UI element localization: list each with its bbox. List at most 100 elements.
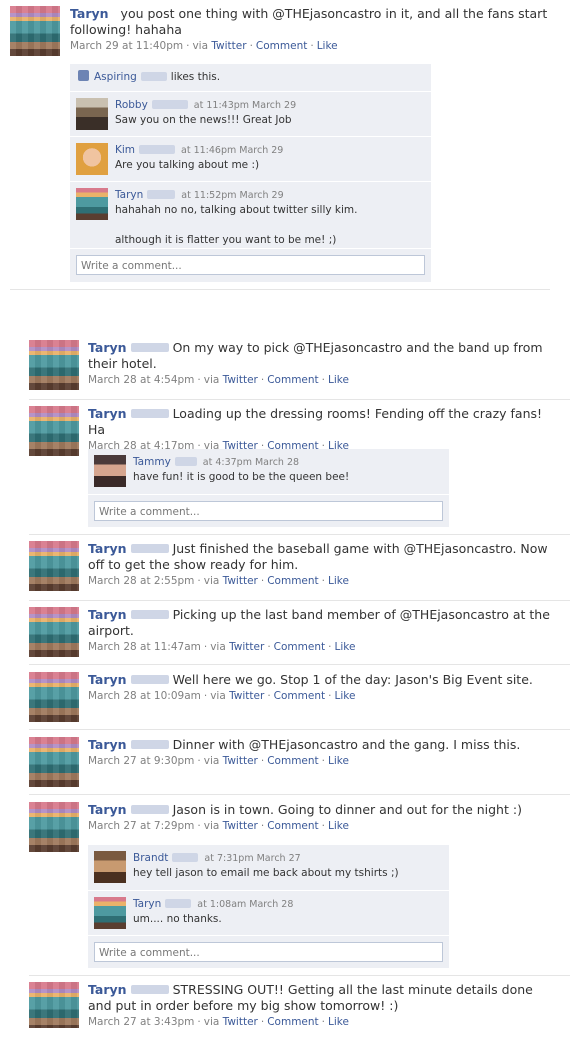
author-name[interactable]: Taryn: [88, 340, 127, 355]
comments-box: Brandt at 7:31pm March 27 hey tell jason …: [88, 845, 449, 968]
commenter-name[interactable]: Taryn: [115, 189, 143, 201]
write-comment-input[interactable]: Write a comment...: [94, 501, 443, 521]
divider: [29, 534, 570, 535]
avatar[interactable]: [76, 188, 108, 220]
divider: [29, 729, 570, 730]
comment-text: hey tell jason to email me back about my…: [133, 867, 399, 879]
avatar[interactable]: [29, 607, 79, 657]
comment-link[interactable]: Comment: [267, 374, 318, 386]
comment-item: Brandt at 7:31pm March 27 hey tell jason …: [88, 845, 449, 889]
write-comment-input[interactable]: Write a comment...: [76, 255, 425, 275]
divider: [29, 399, 570, 400]
write-comment-row: Write a comment...: [88, 935, 449, 969]
like-link[interactable]: Like: [328, 820, 349, 832]
like-link[interactable]: Like: [334, 641, 355, 653]
avatar[interactable]: [76, 143, 108, 175]
comment-text: hahahah no no, talking about twitter sil…: [115, 204, 358, 216]
liker-name[interactable]: Aspiring: [94, 71, 137, 83]
avatar[interactable]: [29, 340, 79, 390]
comment-time: at 4:37pm March 28: [202, 457, 300, 468]
comment-link[interactable]: Comment: [274, 690, 325, 702]
source-link[interactable]: Twitter: [223, 820, 258, 832]
source-link[interactable]: Twitter: [211, 40, 246, 52]
avatar[interactable]: [29, 541, 79, 591]
source-link[interactable]: Twitter: [229, 641, 264, 653]
story-message: Jason is in town. Going to dinner and ou…: [172, 802, 522, 817]
timestamp[interactable]: March 27 at 7:29pm: [88, 820, 194, 832]
source-link[interactable]: Twitter: [223, 755, 258, 767]
comment-text: have fun! it is good to be the queen bee…: [133, 471, 350, 483]
comment-time: at 11:52pm March 29: [181, 190, 284, 201]
source-link[interactable]: Twitter: [223, 1016, 258, 1028]
thumbs-up-icon: [78, 70, 89, 81]
avatar[interactable]: [29, 982, 79, 1028]
author-name[interactable]: Taryn: [88, 541, 127, 556]
story-meta: March 29 at 11:40pm · via Twitter · Comment ·…: [70, 40, 338, 52]
like-link[interactable]: Like: [328, 755, 349, 767]
author-name[interactable]: Taryn: [88, 737, 127, 752]
comment-link[interactable]: Comment: [267, 755, 318, 767]
avatar[interactable]: [94, 897, 126, 929]
avatar[interactable]: [29, 406, 79, 456]
comment-text-continued: although it is flatter you want to be me…: [115, 234, 337, 246]
commenter-name[interactable]: Brandt: [133, 852, 168, 864]
like-link[interactable]: Like: [328, 1016, 349, 1028]
author-name[interactable]: Taryn: [88, 982, 127, 997]
write-comment-row: Write a comment...: [70, 248, 431, 283]
comment-time: at 11:43pm March 29: [193, 100, 297, 111]
timestamp[interactable]: March 27 at 9:30pm: [88, 755, 194, 767]
divider: [29, 600, 570, 601]
story-message: Dinner with @THEjasoncastro and the gang…: [172, 737, 521, 752]
commenter-name[interactable]: Taryn: [133, 898, 161, 910]
avatar[interactable]: [29, 737, 79, 787]
comment-link[interactable]: Comment: [267, 575, 318, 587]
write-comment-row: Write a comment...: [88, 494, 449, 528]
timestamp[interactable]: March 27 at 3:43pm: [88, 1016, 194, 1028]
timestamp[interactable]: March 28 at 4:54pm: [88, 374, 194, 386]
comment-time: at 1:08am March 28: [197, 899, 294, 910]
like-link[interactable]: Like: [328, 374, 349, 386]
avatar[interactable]: [94, 851, 126, 883]
comment-text: Are you talking about me :): [115, 159, 260, 171]
comment-link[interactable]: Comment: [274, 641, 325, 653]
timestamp[interactable]: March 28 at 10:09am: [88, 690, 201, 702]
timestamp[interactable]: March 28 at 2:55pm: [88, 575, 194, 587]
comment-item: Kim at 11:46pm March 29 Are you talking a…: [70, 136, 431, 181]
comment-item: Taryn at 11:52pm March 29 hahahah no no, …: [70, 181, 431, 248]
source-link[interactable]: Twitter: [229, 690, 264, 702]
commenter-name[interactable]: Kim: [115, 144, 135, 156]
comment-item: Robby at 11:43pm March 29 Saw you on the …: [70, 91, 431, 136]
avatar[interactable]: [29, 802, 79, 852]
source-link[interactable]: Twitter: [223, 575, 258, 587]
comment-time: at 7:31pm March 27: [204, 853, 301, 864]
timestamp[interactable]: March 29 at 11:40pm: [70, 40, 183, 52]
author-name[interactable]: Taryn: [88, 672, 127, 687]
comment-text: Saw you on the news!!! Great Job: [115, 114, 292, 126]
like-link[interactable]: Like: [334, 690, 355, 702]
comment-link[interactable]: Comment: [267, 1016, 318, 1028]
avatar[interactable]: [29, 672, 79, 722]
timestamp[interactable]: March 28 at 11:47am: [88, 641, 201, 653]
comment-link[interactable]: Comment: [256, 40, 307, 52]
divider: [10, 289, 550, 290]
comment-item: Taryn at 1:08am March 28 um.... no thanks…: [88, 890, 449, 935]
author-name[interactable]: Taryn: [88, 607, 127, 622]
write-comment-input[interactable]: Write a comment...: [94, 942, 443, 962]
feed-story: Taryn STRESSING OUT!! Getting all the las…: [0, 982, 572, 1028]
divider: [29, 975, 570, 976]
divider: [29, 664, 570, 665]
author-name[interactable]: Taryn: [88, 802, 127, 817]
avatar[interactable]: [10, 6, 60, 56]
story-message: you post one thing with @THEjasoncastro …: [70, 6, 548, 37]
comment-link[interactable]: Comment: [267, 820, 318, 832]
author-name[interactable]: Taryn: [88, 406, 127, 421]
news-feed: Taryn you post one thing with @THEjasonc…: [0, 0, 572, 1040]
like-link[interactable]: Like: [317, 40, 338, 52]
author-name[interactable]: Taryn: [70, 6, 109, 21]
commenter-name[interactable]: Tammy: [133, 456, 171, 468]
like-link[interactable]: Like: [328, 575, 349, 587]
avatar[interactable]: [94, 455, 126, 487]
commenter-name[interactable]: Robby: [115, 99, 148, 111]
avatar[interactable]: [76, 98, 108, 130]
source-link[interactable]: Twitter: [223, 374, 258, 386]
